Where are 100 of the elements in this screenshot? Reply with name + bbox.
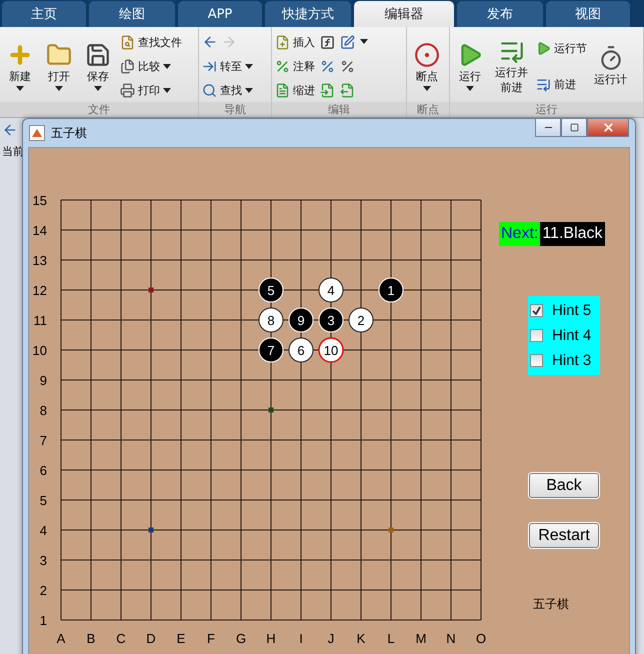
column-label: L xyxy=(387,631,395,646)
function-icon xyxy=(320,34,335,50)
column-label: A xyxy=(56,631,66,646)
ribbon-button[interactable]: 断点 xyxy=(410,42,444,92)
game-stone: 8 xyxy=(258,308,284,332)
check-icon xyxy=(532,306,541,315)
game-stone: 10 xyxy=(318,337,344,363)
ribbon-button[interactable]: 运行计 xyxy=(592,45,630,88)
ribbon-button[interactable]: 比较 xyxy=(120,56,182,76)
game-stone: 2 xyxy=(348,308,374,332)
column-label: N xyxy=(446,631,456,646)
group-label: 文件 xyxy=(0,102,198,117)
caret-icon[interactable] xyxy=(360,38,368,44)
percent-icon xyxy=(340,58,355,74)
row-label: 2 xyxy=(40,583,47,598)
column-label: E xyxy=(176,631,186,646)
ribbon-button[interactable]: 运行并前进 xyxy=(492,38,532,95)
checkbox[interactable] xyxy=(530,304,543,317)
column-label: K xyxy=(356,631,366,646)
ribbon-button[interactable]: 保存 xyxy=(81,42,115,92)
game-stone: 6 xyxy=(288,338,314,362)
next-label: Next: xyxy=(499,222,540,246)
column-label: C xyxy=(116,631,126,646)
minimize-button[interactable] xyxy=(535,119,561,137)
ribbon-button[interactable]: 缩进 xyxy=(275,80,315,101)
ribbon-tab[interactable]: 主页 xyxy=(2,1,86,27)
documents-icon xyxy=(120,58,135,74)
close-button[interactable] xyxy=(587,119,629,137)
column-label: O xyxy=(476,631,486,646)
column-label: G xyxy=(236,631,246,646)
percent-icon xyxy=(275,58,290,74)
ribbon-tab[interactable]: APP xyxy=(178,1,262,27)
ribbon-button[interactable]: 运行节 xyxy=(536,38,588,58)
group-label: 导航 xyxy=(199,102,271,117)
hint-checkbox[interactable]: Hint 3 xyxy=(528,348,600,373)
ribbon-tab[interactable]: 快捷方式 xyxy=(265,1,351,27)
app-logo-icon xyxy=(29,125,45,141)
window-title: 五子棋 xyxy=(51,124,87,142)
ribbon-button[interactable]: 查找 xyxy=(202,80,253,101)
document-out-icon xyxy=(340,83,355,98)
maximize-button[interactable] xyxy=(561,119,587,137)
checkbox[interactable] xyxy=(530,329,543,342)
checkbox[interactable] xyxy=(530,354,543,367)
breakpoint-icon xyxy=(414,42,440,68)
row-label: 3 xyxy=(40,553,47,568)
push-button[interactable]: Back xyxy=(529,473,599,498)
column-label: I xyxy=(299,631,303,646)
column-label: J xyxy=(328,631,334,646)
column-label: F xyxy=(207,631,215,646)
maximize-icon xyxy=(570,123,578,132)
close-icon xyxy=(602,121,614,134)
list-down-icon xyxy=(536,77,552,92)
ribbon-tab[interactable]: 发布 xyxy=(457,1,543,27)
row-label: 7 xyxy=(40,433,47,448)
percent-icon xyxy=(320,58,335,74)
hint-checkbox[interactable]: Hint 4 xyxy=(528,323,600,348)
ribbon-button[interactable]: 前进 xyxy=(536,74,588,95)
row-label: 14 xyxy=(32,223,47,238)
row-label: 13 xyxy=(32,253,47,268)
next-value: 11.Black xyxy=(540,222,605,246)
arrow-to-line-icon xyxy=(202,58,217,74)
ribbon-button[interactable]: 打印 xyxy=(120,80,182,101)
ribbon-button[interactable]: 插入 xyxy=(275,32,315,52)
group-label: 断点 xyxy=(407,102,449,117)
column-label: D xyxy=(146,631,156,646)
game-stone: 9 xyxy=(288,308,314,332)
game-stone: 1 xyxy=(378,278,404,302)
group-label: 运行 xyxy=(450,102,643,117)
push-button[interactable]: Restart xyxy=(529,523,599,548)
printer-icon xyxy=(120,83,135,98)
pen-square-icon xyxy=(340,34,355,50)
document-in-icon xyxy=(320,83,335,98)
ribbon-button[interactable]: 新建 xyxy=(3,42,37,92)
row-label: 5 xyxy=(40,493,47,508)
game-stone: 7 xyxy=(258,338,284,362)
document-lines-icon xyxy=(275,83,290,98)
ribbon-tab[interactable]: 视图 xyxy=(546,1,630,27)
ribbon-button[interactable]: 注释 xyxy=(275,56,315,76)
row-label: 12 xyxy=(32,283,47,298)
column-label: H xyxy=(266,631,276,646)
row-label: 1 xyxy=(40,613,47,628)
column-label: M xyxy=(416,631,426,646)
ribbon-button[interactable]: 运行 xyxy=(453,42,487,92)
ribbon-tab[interactable]: 绘图 xyxy=(89,1,175,27)
column-label: B xyxy=(86,631,96,646)
ribbon-button[interactable]: 查找文件 xyxy=(120,32,182,52)
ribbon-button[interactable]: 转至 xyxy=(202,56,253,76)
caption-text: 五子棋 xyxy=(533,596,569,613)
play-icon xyxy=(536,40,552,56)
row-label: 8 xyxy=(40,403,47,418)
folder-icon xyxy=(46,42,72,68)
row-label: 9 xyxy=(40,373,47,388)
ribbon-tab[interactable]: 编辑器 xyxy=(354,1,454,27)
row-label: 11 xyxy=(34,313,47,328)
search-icon xyxy=(202,83,217,98)
hint-checkbox[interactable]: Hint 5 xyxy=(528,298,600,323)
ribbon-button[interactable]: 打开 xyxy=(42,42,76,92)
row-label: 6 xyxy=(40,463,47,478)
row-label: 4 xyxy=(40,523,47,538)
game-stone: 5 xyxy=(258,278,284,302)
